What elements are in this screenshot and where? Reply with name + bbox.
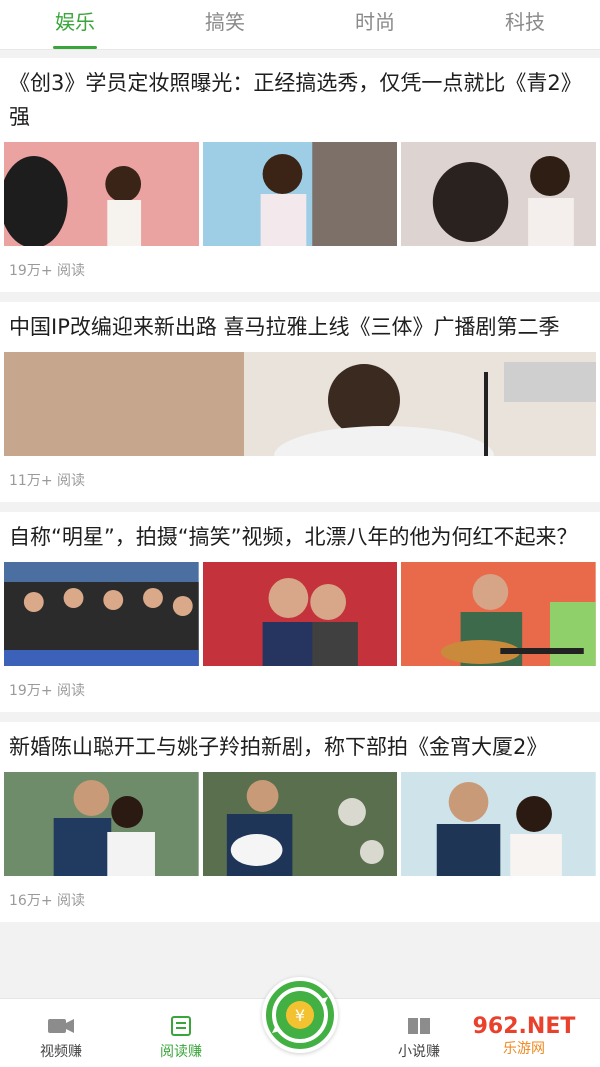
tab-fashion[interactable]: 时尚: [300, 0, 450, 49]
article-thumbnail[interactable]: [4, 142, 199, 246]
article-thumbnail[interactable]: [202, 772, 398, 876]
article-images: [4, 142, 597, 246]
site-watermark: 962.NET 乐游网: [454, 1003, 594, 1061]
read-count: 11万+ 阅读: [9, 473, 85, 489]
read-count: 16万+ 阅读: [9, 893, 85, 909]
article-card[interactable]: 《创3》学员定妆照曝光：正经搞选秀，仅凭一点就比《青2》强 19万+ 阅读: [0, 58, 600, 292]
article-thumbnail[interactable]: [401, 772, 597, 876]
article-images: [4, 352, 596, 456]
read-count: 19万+ 阅读: [9, 263, 85, 279]
nav-label: 小说赚: [398, 1044, 440, 1060]
article-thumbnail[interactable]: [4, 562, 199, 666]
nav-read-earn[interactable]: 阅读赚: [136, 1015, 226, 1061]
article-title[interactable]: 自称“明星”，拍摄“搞笑”视频，北漂八年的他为何红不起来？: [4, 520, 596, 554]
article-images: [4, 562, 597, 666]
center-earn-button[interactable]: ¥: [262, 977, 338, 1053]
video-icon: [48, 1019, 74, 1033]
article-thumbnail[interactable]: [4, 352, 596, 456]
article-card[interactable]: 自称“明星”，拍摄“搞笑”视频，北漂八年的他为何红不起来？ 19万+ 阅读: [0, 512, 600, 712]
article-title[interactable]: 《创3》学员定妆照曝光：正经搞选秀，仅凭一点就比《青2》强: [4, 66, 596, 134]
watermark-caption: 乐游网: [503, 1041, 545, 1057]
coin-refresh-icon: ¥: [272, 987, 328, 1043]
article-thumbnail[interactable]: [401, 562, 597, 666]
article-card[interactable]: 新婚陈山聪开工与姚子羚拍新剧，称下部拍《金宵大厦2》 16万+ 阅读: [0, 722, 600, 922]
nav-label: 阅读赚: [160, 1044, 202, 1060]
read-count: 19万+ 阅读: [9, 683, 85, 699]
read-icon: [171, 1016, 191, 1036]
article-thumbnail[interactable]: [401, 142, 597, 246]
news-feed: 《创3》学员定妆照曝光：正经搞选秀，仅凭一点就比《青2》强 19万+ 阅读 中国…: [0, 58, 600, 998]
article-title[interactable]: 中国IP改编迎来新出路 喜马拉雅上线《三体》广播剧第二季: [4, 310, 596, 344]
nav-video-earn[interactable]: 视频赚: [16, 1015, 106, 1061]
nav-novel-earn[interactable]: 小说赚: [374, 1015, 464, 1061]
article-card[interactable]: 中国IP改编迎来新出路 喜马拉雅上线《三体》广播剧第二季 11万+ 阅读: [0, 302, 600, 502]
article-images: [4, 772, 597, 876]
svg-text:¥: ¥: [295, 1006, 305, 1025]
article-thumbnail[interactable]: [4, 772, 199, 876]
category-tabs: 娱乐 搞笑 时尚 科技: [0, 0, 600, 50]
article-thumbnail[interactable]: [202, 142, 398, 246]
article-thumbnail[interactable]: [202, 562, 398, 666]
tab-entertainment[interactable]: 娱乐: [0, 0, 150, 49]
tab-tech[interactable]: 科技: [450, 0, 600, 49]
nav-label: 视频赚: [40, 1044, 82, 1060]
watermark-logo: 962.NET: [473, 1014, 576, 1039]
article-title[interactable]: 新婚陈山聪开工与姚子羚拍新剧，称下部拍《金宵大厦2》: [4, 730, 596, 764]
bottom-nav: 视频赚 阅读赚 ¥ 小说赚 962.NET 乐游网: [0, 977, 600, 1067]
tab-funny[interactable]: 搞笑: [150, 0, 300, 49]
book-icon: [408, 1018, 430, 1034]
